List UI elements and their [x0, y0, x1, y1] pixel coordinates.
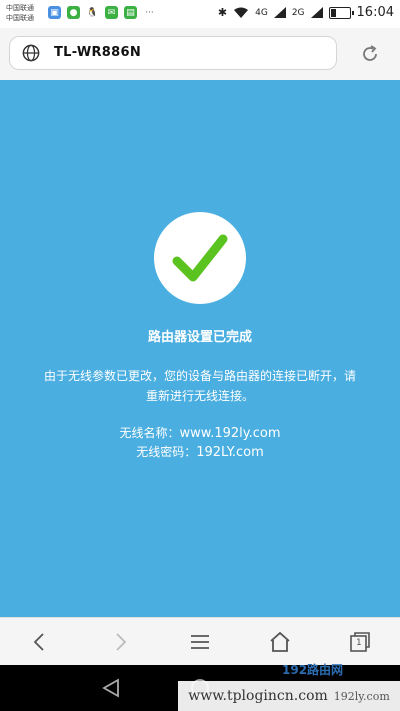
status-bar: 中国联通 中国联通 ▣ ● 🐧 ✉ ▤ ··· ✱ 4G 2G 16:04 — [0, 0, 400, 28]
back-icon[interactable] — [28, 630, 52, 654]
wifi-info: 无线名称：www.192ly.com 无线密码：192LY.com — [0, 424, 400, 462]
menu-icon[interactable] — [188, 630, 212, 654]
wifi-password-value: 192LY.com — [196, 445, 264, 460]
wifi-password-row: 无线密码：192LY.com — [0, 443, 400, 462]
tab-count: 1 — [356, 638, 362, 648]
wechat-icon: ● — [67, 6, 80, 19]
system-indicators: ✱ 4G 2G 16:04 — [218, 5, 394, 20]
logo-text-b: 192ly.com — [333, 689, 390, 703]
browser-toolbar: TL-WR886N — [0, 28, 400, 80]
reload-icon[interactable] — [360, 44, 380, 64]
wifi-icon — [234, 7, 249, 18]
globe-icon — [22, 44, 40, 62]
wifi-name-row: 无线名称：www.192ly.com — [0, 424, 400, 443]
wifi-name-label: 无线名称： — [119, 426, 180, 440]
site-logo: 192路由网 — [282, 656, 400, 682]
watermark: www.tplogincn.com 192ly.com — [178, 681, 400, 711]
carrier-label-2: 中国联通 — [6, 14, 34, 22]
wifi-name-value: www.192ly.com — [179, 426, 281, 441]
address-bar[interactable]: TL-WR886N — [9, 36, 337, 70]
wifi-password-label: 无线密码： — [136, 445, 197, 459]
page-content: 路由器设置已完成 由于无线参数已更改，您的设备与路由器的连接已断开，请重新进行无… — [0, 80, 400, 617]
url-text[interactable]: TL-WR886N — [54, 45, 141, 60]
system-back-icon[interactable] — [100, 677, 122, 699]
setup-complete-title: 路由器设置已完成 — [147, 330, 252, 345]
forward-icon[interactable] — [108, 630, 132, 654]
network-label-2: 2G — [291, 7, 305, 18]
reconnect-message: 由于无线参数已更改，您的设备与路由器的连接已断开，请重新进行无线连接。 — [43, 369, 356, 403]
signal-icon-1 — [273, 7, 286, 18]
checkmark-icon — [172, 234, 228, 282]
home-icon[interactable] — [268, 630, 292, 654]
network-label-1: 4G — [255, 7, 268, 18]
more-icon: ··· — [143, 6, 156, 19]
clock: 16:04 — [356, 5, 394, 20]
sms-icon: ✉ — [105, 6, 118, 19]
success-badge — [154, 212, 246, 304]
notification-icons: ▣ ● 🐧 ✉ ▤ ··· — [48, 6, 156, 19]
logo-text-a: 192路由网 — [282, 662, 344, 677]
tabs-icon[interactable]: 1 — [348, 630, 372, 654]
signal-icon-2 — [310, 7, 323, 18]
image-icon: ▣ — [48, 6, 61, 19]
qq-icon: 🐧 — [86, 6, 99, 19]
carrier-info: 中国联通 中国联通 — [6, 3, 34, 23]
carrier-label-1: 中国联通 — [6, 4, 34, 12]
calendar-icon: ▤ — [124, 6, 137, 19]
watermark-text: www.tplogincn.com — [188, 688, 328, 704]
bluetooth-icon: ✱ — [217, 6, 228, 19]
battery-icon — [328, 6, 354, 19]
